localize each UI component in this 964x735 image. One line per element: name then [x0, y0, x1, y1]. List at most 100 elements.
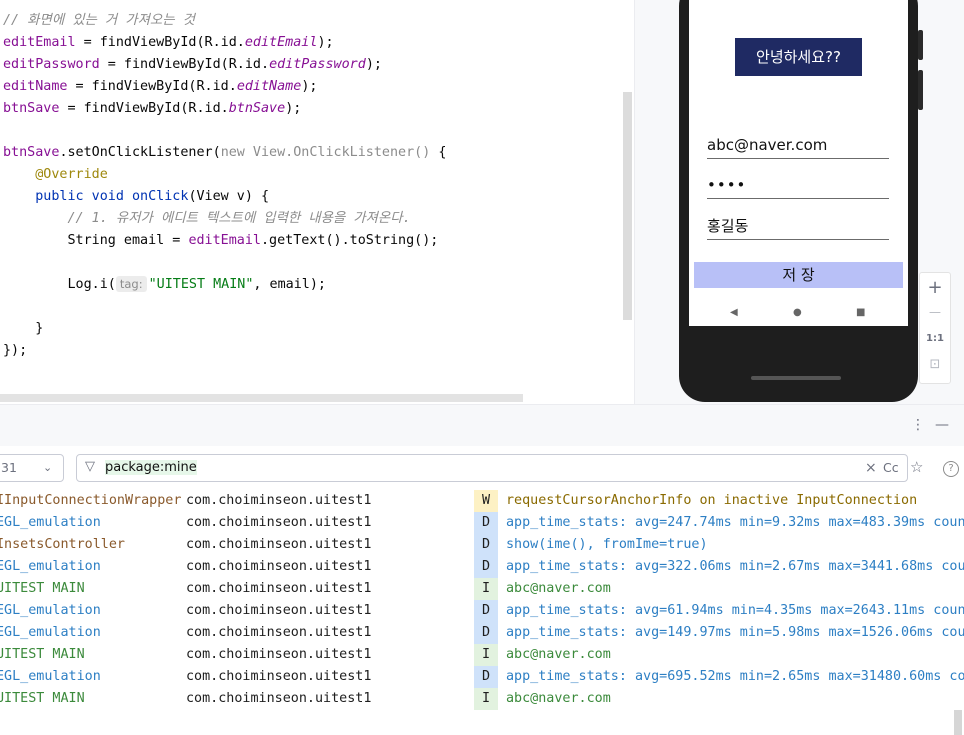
code-token: = findViewById(R.id. — [59, 101, 229, 116]
device-frame: 안녕하세요?? abc@naver.com •••• 홍길동 저 장 ◀ ● ■ — [679, 0, 923, 402]
code-token: "UITEST MAIN" — [148, 277, 254, 292]
clear-filter-icon[interactable]: × — [865, 455, 877, 481]
code-token: btnSave — [3, 145, 60, 160]
log-level-badge: W — [474, 490, 498, 512]
email-field[interactable]: abc@naver.com — [707, 132, 889, 159]
device-screen[interactable]: 안녕하세요?? abc@naver.com •••• 홍길동 저 장 ◀ ● ■ — [689, 0, 908, 326]
code-token: ); — [285, 101, 302, 116]
log-message: show(ime(), fromIme=true) — [506, 537, 708, 552]
code-token: .setOnClickListener( — [59, 145, 221, 160]
logcat-scrollbar[interactable] — [954, 710, 962, 735]
log-row[interactable]: EGL_emulation com.choiminseon.uitest1 Dapp… — [0, 556, 964, 578]
log-tag: EGL_emulation — [0, 625, 101, 640]
password-field[interactable]: •••• — [707, 172, 889, 199]
code-token: editName — [236, 79, 302, 94]
code-line[interactable]: editPassword = findViewById(R.id.editPas… — [3, 54, 382, 76]
zoom-controls: + — 1:1 ⊡ — [919, 272, 951, 384]
code-token: btnSave — [228, 101, 286, 116]
speaker-grille — [751, 376, 841, 380]
code-line[interactable]: // 1. 유저가 에디트 텍스트에 입력한 내용을 가져온다. — [3, 208, 411, 230]
log-row[interactable]: EGL_emulation com.choiminseon.uitest1 Dapp… — [0, 600, 964, 622]
logcat-filter-bar: 31 ⌄ ▽ package:mine × Cc ☆ ? — [0, 446, 964, 491]
match-case-toggle[interactable]: Cc — [883, 455, 899, 481]
log-tag: UITEST MAIN — [0, 647, 85, 662]
code-token: onClick — [123, 189, 189, 204]
code-line[interactable]: } — [3, 318, 43, 340]
code-line[interactable]: @Override — [3, 164, 108, 186]
code-line[interactable]: btnSave = findViewById(R.id.btnSave); — [3, 98, 301, 120]
code-token: editEmail — [244, 35, 318, 50]
code-token: Log.i( — [3, 277, 116, 292]
recents-icon[interactable]: ■ — [856, 308, 865, 318]
zoom-out-icon[interactable]: — — [920, 305, 950, 319]
log-row[interactable]: InsetsController com.choiminseon.uitest1 D… — [0, 534, 964, 556]
log-row[interactable]: UITEST MAIN com.choiminseon.uitest1 Iabc@n… — [0, 688, 964, 710]
code-line[interactable]: String email = editEmail.getText().toStr… — [3, 230, 438, 252]
log-row[interactable]: UITEST MAIN com.choiminseon.uitest1 Iabc@n… — [0, 578, 964, 600]
code-editor[interactable]: // 화면에 있는 거 가져오는 것 editEmail = findViewBy… — [0, 0, 634, 404]
log-message: app_time_stats: avg=61.94ms min=4.35ms m… — [506, 603, 964, 618]
name-field[interactable]: 홍길동 — [707, 213, 889, 240]
code-line[interactable]: btnSave.setOnClickListener(new View.OnCl… — [3, 142, 446, 164]
more-options-icon[interactable]: ⋮ — [911, 417, 925, 433]
log-row[interactable]: UITEST MAIN com.choiminseon.uitest1 Iabc@n… — [0, 644, 964, 666]
zoom-in-icon[interactable]: + — [920, 277, 950, 298]
zoom-actual-size-button[interactable]: 1:1 — [920, 333, 950, 344]
log-row[interactable]: IInputConnectionWrapper com.choiminseon.u… — [0, 490, 964, 512]
log-package: com.choiminseon.uitest1 — [186, 581, 372, 596]
zoom-fit-icon[interactable]: ⊡ — [920, 357, 950, 372]
logcat-filter-input[interactable]: ▽ package:mine × Cc — [76, 454, 908, 482]
log-level-badge: I — [474, 688, 498, 710]
log-row[interactable]: EGL_emulation com.choiminseon.uitest1 Dapp… — [0, 512, 964, 534]
code-token: ); — [365, 57, 382, 72]
log-package: com.choiminseon.uitest1 — [186, 669, 372, 684]
chevron-down-icon: ⌄ — [43, 461, 53, 474]
code-line[interactable]: // 화면에 있는 거 가져오는 것 — [3, 10, 195, 32]
process-select[interactable]: 31 ⌄ — [0, 454, 64, 482]
code-token: @Override — [35, 167, 108, 182]
log-package: com.choiminseon.uitest1 — [186, 559, 372, 574]
logcat-list[interactable]: IInputConnectionWrapper com.choiminseon.u… — [0, 490, 964, 735]
log-tag: EGL_emulation — [0, 669, 101, 684]
code-token: btnSave — [3, 101, 60, 116]
code-token: editPassword — [3, 57, 100, 72]
log-message: abc@naver.com — [506, 647, 611, 662]
code-token: ); — [301, 79, 318, 94]
log-level-badge: D — [474, 534, 498, 556]
code-line[interactable]: editEmail = findViewById(R.id.editEmail)… — [3, 32, 334, 54]
log-tag: UITEST MAIN — [0, 691, 85, 706]
code-token: String email = — [3, 233, 189, 248]
code-line[interactable]: editName = findViewById(R.id.editName); — [3, 76, 317, 98]
log-package: com.choiminseon.uitest1 — [186, 625, 372, 640]
log-package: com.choiminseon.uitest1 — [186, 691, 372, 706]
log-level-badge: D — [474, 600, 498, 622]
editor-vertical-scrollbar[interactable] — [623, 92, 632, 320]
power-button — [918, 70, 923, 110]
filter-query: package:mine — [105, 460, 197, 475]
save-button[interactable]: 저 장 — [694, 262, 903, 288]
minimize-icon[interactable]: — — [935, 417, 949, 433]
help-icon[interactable]: ? — [943, 461, 959, 477]
code-token: = findViewById(R.id. — [67, 79, 237, 94]
log-level-badge: I — [474, 578, 498, 600]
log-message: app_time_stats: avg=149.97ms min=5.98ms … — [506, 625, 964, 640]
editor-horizontal-scrollbar[interactable] — [0, 394, 523, 402]
back-icon[interactable]: ◀ — [730, 308, 738, 318]
code-token: { — [438, 145, 447, 160]
favorite-filter-icon[interactable]: ☆ — [910, 454, 923, 480]
code-line[interactable]: Log.i(tag: "UITEST MAIN", email); — [3, 274, 326, 296]
code-token: public void — [35, 189, 124, 204]
code-line[interactable]: public void onClick(View v) { — [3, 186, 269, 208]
log-tag: UITEST MAIN — [0, 581, 85, 596]
code-token: ); — [317, 35, 334, 50]
log-level-badge: D — [474, 622, 498, 644]
code-line[interactable]: }); — [3, 340, 27, 362]
code-token: new View.OnClickListener() — [220, 145, 439, 160]
log-row[interactable]: EGL_emulation com.choiminseon.uitest1 Dapp… — [0, 622, 964, 644]
home-icon[interactable]: ● — [793, 308, 802, 318]
log-row[interactable]: EGL_emulation com.choiminseon.uitest1 Dapp… — [0, 666, 964, 688]
log-message: app_time_stats: avg=322.06ms min=2.67ms … — [506, 559, 964, 574]
log-package: com.choiminseon.uitest1 — [186, 537, 372, 552]
